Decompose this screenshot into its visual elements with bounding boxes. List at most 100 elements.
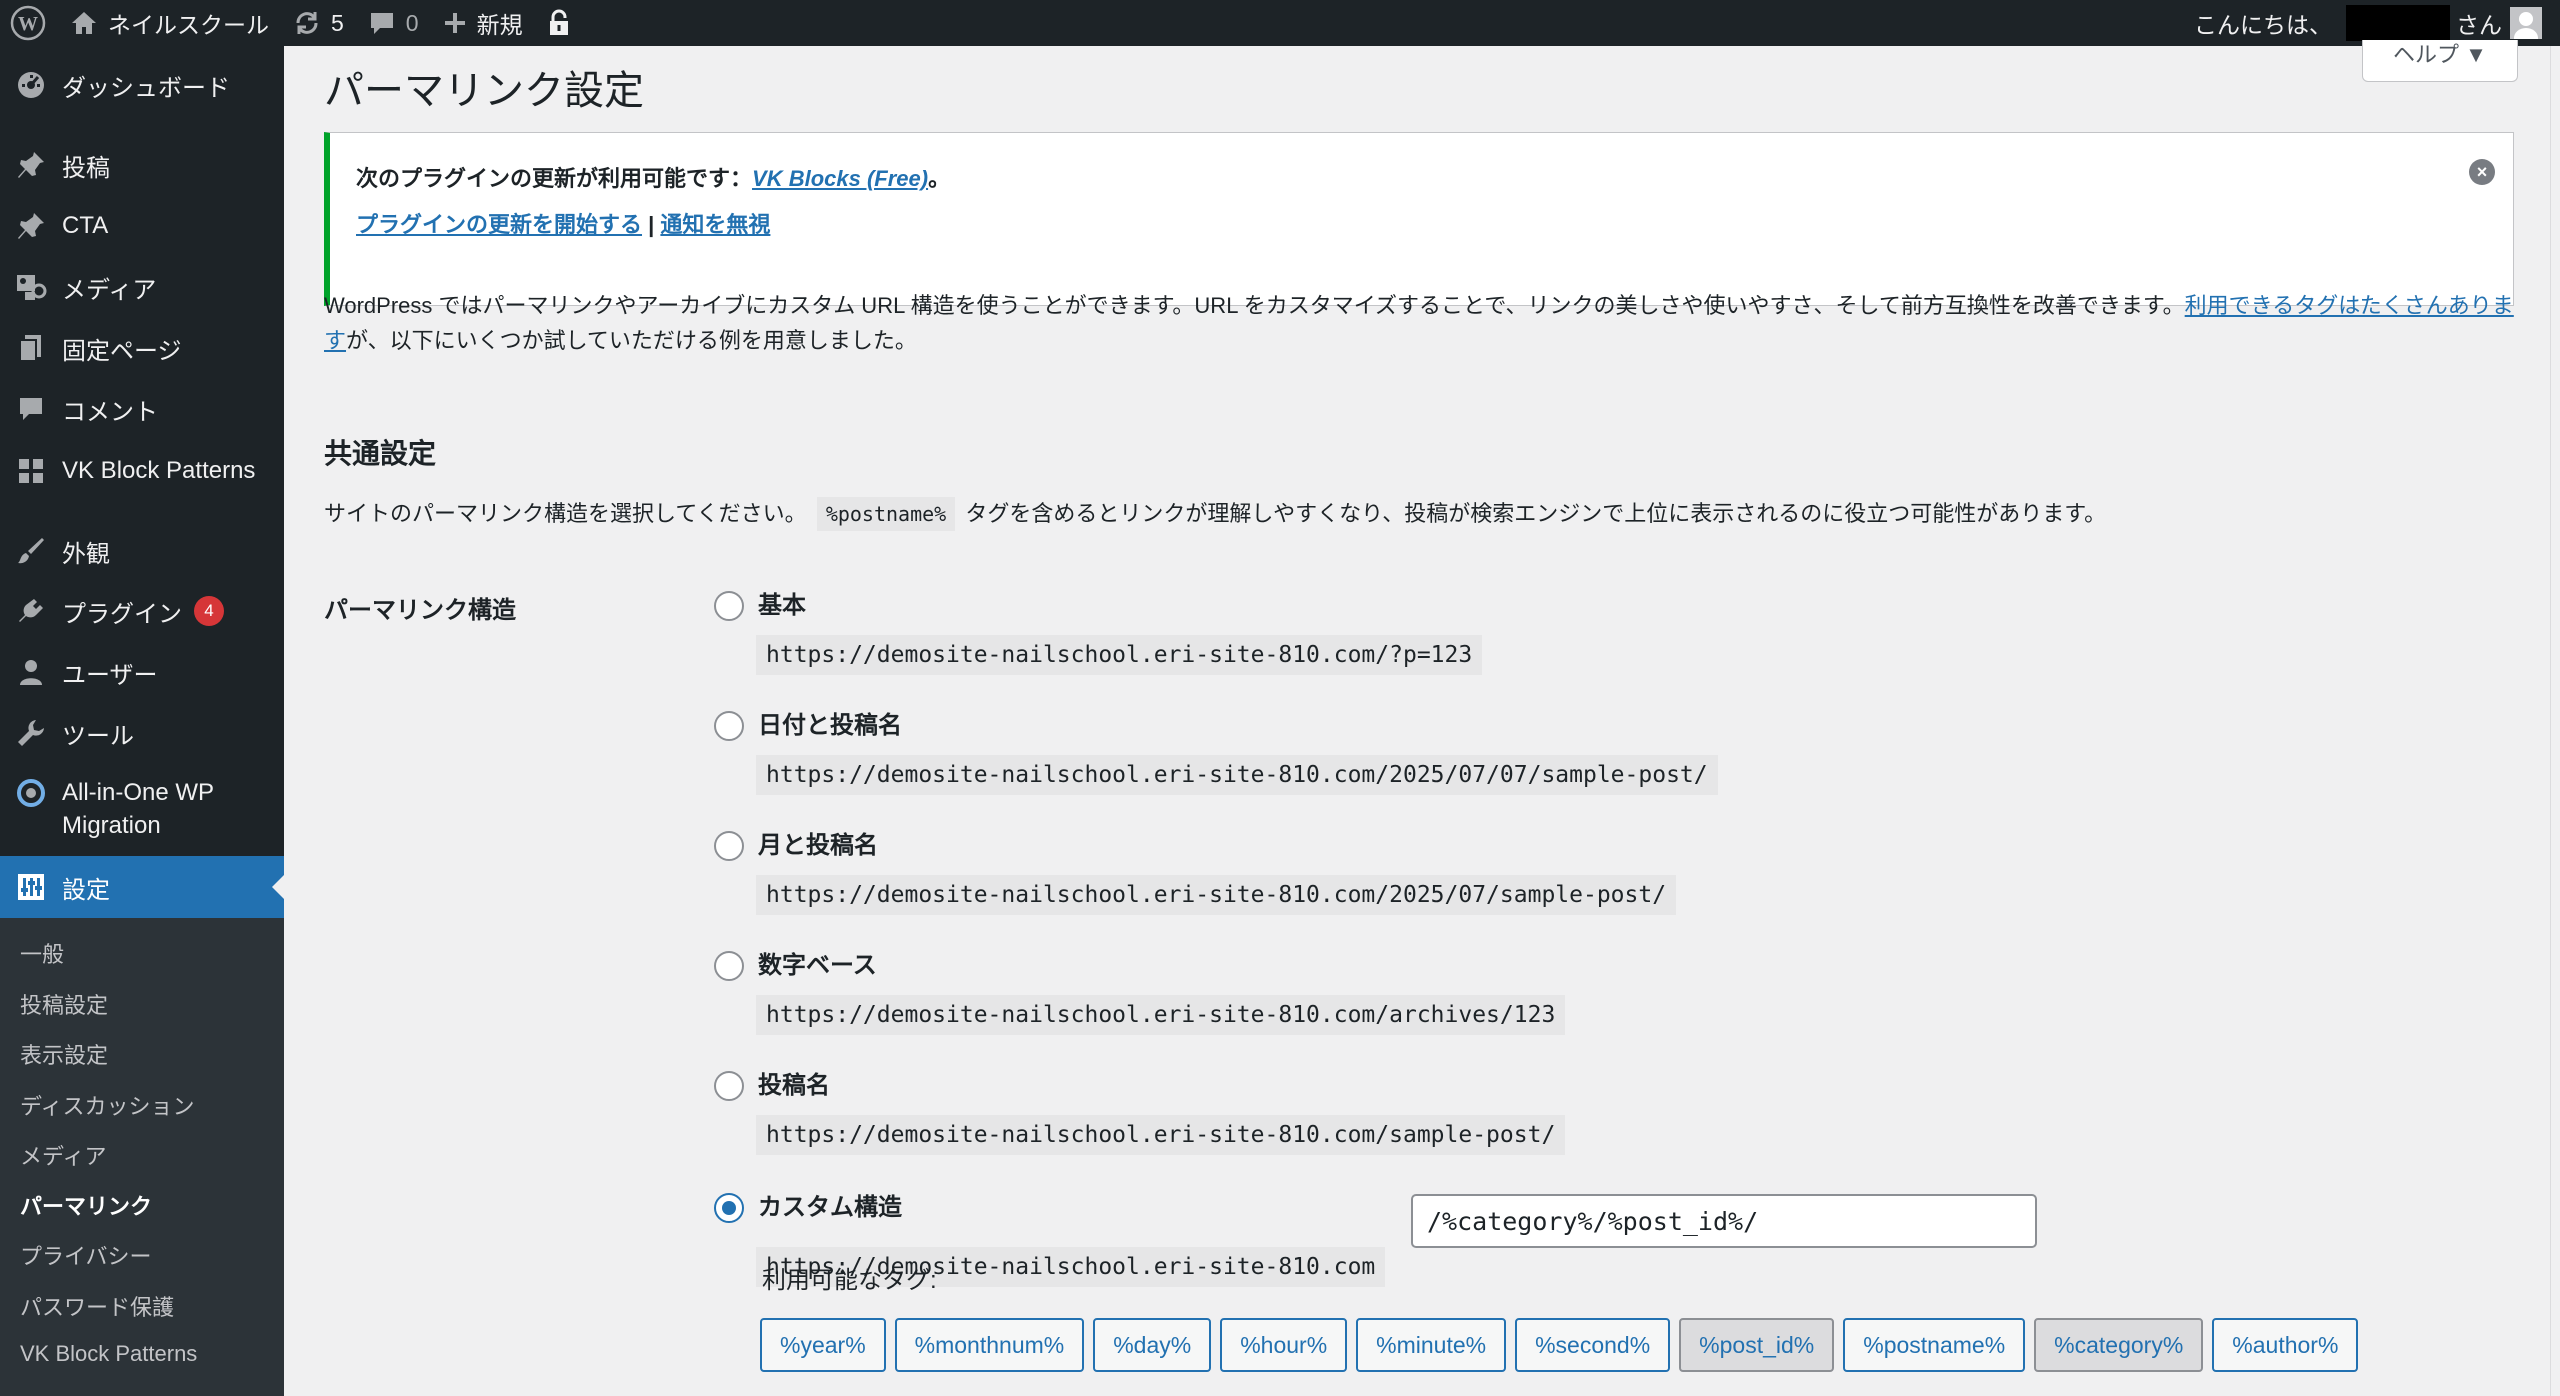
- start-update-link[interactable]: プラグインの更新を開始する: [356, 212, 642, 237]
- sidebar-item-tools[interactable]: ツール: [0, 708, 284, 758]
- option-label[interactable]: 投稿名: [758, 1071, 830, 1101]
- submenu-item-password-protection[interactable]: パスワード保護: [20, 1290, 174, 1322]
- dashboard-icon: [14, 68, 48, 102]
- sidebar-item-label: All-in-One WP Migration: [62, 776, 214, 842]
- available-tags-list: %year% %monthnum% %day% %hour% %minute% …: [760, 1318, 2367, 1372]
- sidebar-item-plugins[interactable]: プラグイン 4: [0, 586, 284, 636]
- avatar[interactable]: [2510, 7, 2542, 39]
- available-tags-label: 利用可能なタグ:: [762, 1267, 937, 1294]
- notice-text-after: 。: [928, 166, 951, 191]
- tag-button-year[interactable]: %year%: [760, 1318, 886, 1372]
- sidebar-item-label: 投稿: [62, 154, 110, 182]
- radio-plain[interactable]: [714, 591, 744, 621]
- option-label[interactable]: 数字ベース: [758, 951, 877, 981]
- svg-text:W: W: [18, 13, 38, 35]
- greeting-suffix: さん: [2456, 12, 2502, 38]
- sidebar-item-label: CTA: [62, 212, 109, 239]
- postname-code: %postname%: [816, 497, 956, 531]
- close-icon[interactable]: ×: [2469, 159, 2495, 185]
- submenu-item-vk-block-patterns[interactable]: VK Block Patterns: [20, 1341, 197, 1367]
- option-example: https://demosite-nailschool.eri-site-810…: [756, 1115, 1566, 1155]
- sidebar-item-posts[interactable]: 投稿: [0, 140, 284, 190]
- submenu-item-reading[interactable]: 表示設定: [20, 1038, 108, 1070]
- submenu-item-writing[interactable]: 投稿設定: [20, 988, 108, 1020]
- tag-button-minute[interactable]: %minute%: [1356, 1318, 1507, 1372]
- admin-sidebar: ダッシュボード 投稿 CTA メディア 固定ページ コメント VK Block …: [0, 46, 284, 1396]
- updates-button[interactable]: 5: [281, 0, 356, 46]
- radio-post-name[interactable]: [714, 1071, 744, 1101]
- pin-icon: [14, 148, 48, 182]
- sidebar-item-dashboard[interactable]: ダッシュボード: [0, 60, 284, 110]
- lock-button[interactable]: [535, 0, 593, 46]
- tag-button-post-id[interactable]: %post_id%: [1679, 1318, 1835, 1372]
- sidebar-item-media[interactable]: メディア: [0, 262, 284, 312]
- comments-count: 0: [405, 9, 419, 36]
- permalink-structure-label: パーマリンク構造: [324, 597, 516, 624]
- option-label[interactable]: カスタム構造: [758, 1193, 902, 1223]
- sidebar-item-pages[interactable]: 固定ページ: [0, 323, 284, 373]
- home-icon: [70, 10, 98, 36]
- option-label[interactable]: 日付と投稿名: [758, 711, 902, 741]
- tag-button-hour[interactable]: %hour%: [1220, 1318, 1348, 1372]
- tag-button-category[interactable]: %category%: [2034, 1318, 2204, 1372]
- notice-text: 次のプラグインの更新が利用可能です：: [356, 166, 753, 191]
- sidebar-item-label: メディア: [62, 276, 157, 304]
- sidebar-item-label: ユーザー: [62, 661, 158, 689]
- notice-actions: プラグインの更新を開始する | 通知を無視: [356, 207, 770, 239]
- sidebar-item-label: ダッシュボード: [62, 74, 230, 102]
- sidebar-item-label: プラグイン: [62, 600, 182, 628]
- sidebar-item-all-in-one-wp-migration[interactable]: All-in-One WP Migration: [0, 768, 284, 848]
- current-menu-arrow: [272, 875, 284, 899]
- comments-button[interactable]: 0: [356, 0, 431, 46]
- sidebar-item-comments[interactable]: コメント: [0, 384, 284, 434]
- site-name: ネイルスクール: [108, 12, 269, 38]
- submenu-item-privacy[interactable]: プライバシー: [20, 1239, 152, 1271]
- radio-custom-structure[interactable]: [714, 1193, 744, 1223]
- migration-icon: [14, 776, 48, 810]
- lock-icon: [547, 9, 571, 37]
- option-label[interactable]: 月と投稿名: [758, 831, 878, 861]
- site-name-button[interactable]: ネイルスクール: [58, 0, 281, 46]
- page-title: パーマリンク設定: [324, 69, 644, 113]
- ignore-notice-link[interactable]: 通知を無視: [660, 212, 770, 237]
- tag-button-second[interactable]: %second%: [1515, 1318, 1671, 1372]
- notice-separator: |: [642, 212, 661, 237]
- sidebar-item-users[interactable]: ユーザー: [0, 647, 284, 697]
- sidebar-item-cta[interactable]: CTA: [0, 201, 284, 251]
- section-desc-after: タグを含めるとリンクが理解しやすくなり、投稿が検索エンジンで上位に表示されるのに…: [965, 501, 2107, 526]
- plugin-link[interactable]: VK Blocks (Free): [752, 166, 928, 191]
- radio-month-and-name[interactable]: [714, 831, 744, 861]
- option-label[interactable]: 基本: [758, 591, 806, 621]
- submenu-item-media[interactable]: メディア: [20, 1139, 106, 1171]
- submenu-item-general[interactable]: 一般: [20, 937, 64, 969]
- option-example: https://demosite-nailschool.eri-site-810…: [756, 755, 1718, 795]
- tag-button-day[interactable]: %day%: [1093, 1318, 1212, 1372]
- option-example: https://demosite-nailschool.eri-site-810…: [756, 875, 1677, 915]
- option-example: https://demosite-nailschool.eri-site-810…: [756, 635, 1483, 675]
- submenu-item-permalinks[interactable]: パーマリンク: [20, 1189, 152, 1221]
- tag-button-monthnum[interactable]: %monthnum%: [894, 1318, 1085, 1372]
- new-content-button[interactable]: 新規: [431, 0, 535, 46]
- sidebar-item-label-line2: Migration: [62, 812, 161, 839]
- sidebar-item-label: コメント: [62, 398, 158, 426]
- tag-button-author[interactable]: %author%: [2212, 1318, 2359, 1372]
- wordpress-logo-button[interactable]: W: [0, 0, 58, 46]
- section-title: 共通設定: [324, 438, 437, 469]
- sidebar-item-vk-block-patterns[interactable]: VK Block Patterns: [0, 446, 284, 496]
- sidebar-item-appearance[interactable]: 外観: [0, 526, 284, 576]
- submenu-item-discussion[interactable]: ディスカッション: [20, 1089, 194, 1121]
- settings-icon: [14, 870, 48, 904]
- pin-icon: [14, 209, 48, 243]
- custom-structure-input[interactable]: [1411, 1194, 2037, 1248]
- option-example: https://demosite-nailschool.eri-site-810…: [756, 995, 1566, 1035]
- updates-count: 5: [331, 9, 344, 36]
- page-scrollbar[interactable]: [2550, 46, 2560, 1396]
- radio-numeric[interactable]: [714, 951, 744, 981]
- radio-day-and-name[interactable]: [714, 711, 744, 741]
- wrench-icon: [14, 716, 48, 750]
- intro-body: WordPress ではパーマリンクやアーカイブにカスタム URL 構造を使うこ…: [324, 293, 2185, 318]
- tag-button-postname[interactable]: %postname%: [1843, 1318, 2026, 1372]
- sidebar-item-settings[interactable]: 設定: [0, 856, 284, 918]
- help-label: ヘルプ ▼: [2393, 41, 2487, 67]
- help-tab-button[interactable]: ヘルプ ▼: [2362, 40, 2518, 82]
